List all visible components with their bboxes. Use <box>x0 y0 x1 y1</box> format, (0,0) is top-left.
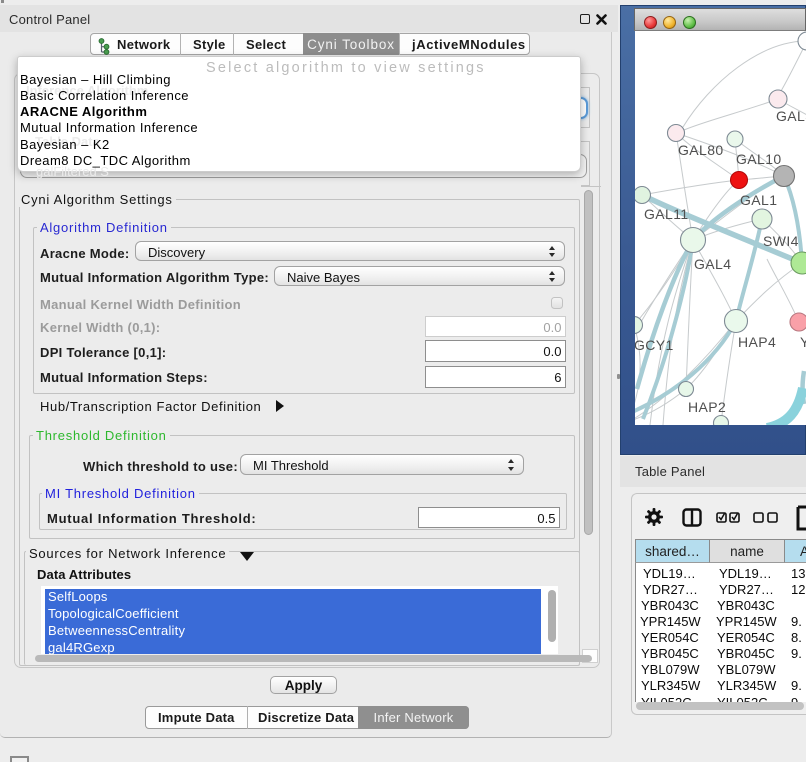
svg-text:GCY1: GCY1 <box>635 337 674 353</box>
svg-text:GAL4: GAL4 <box>694 256 731 272</box>
svg-text:GAL11: GAL11 <box>644 206 689 222</box>
svg-text:GAL10: GAL10 <box>736 151 782 167</box>
svg-text:YJ: YJ <box>800 334 806 350</box>
svg-text:GAL80: GAL80 <box>678 142 724 158</box>
svg-text:SWI4: SWI4 <box>763 233 799 249</box>
svg-text:HAP2: HAP2 <box>688 399 726 415</box>
svg-text:GAL3: GAL3 <box>776 108 806 124</box>
svg-text:HAP4: HAP4 <box>738 334 776 350</box>
svg-text:GAL1: GAL1 <box>740 192 777 208</box>
